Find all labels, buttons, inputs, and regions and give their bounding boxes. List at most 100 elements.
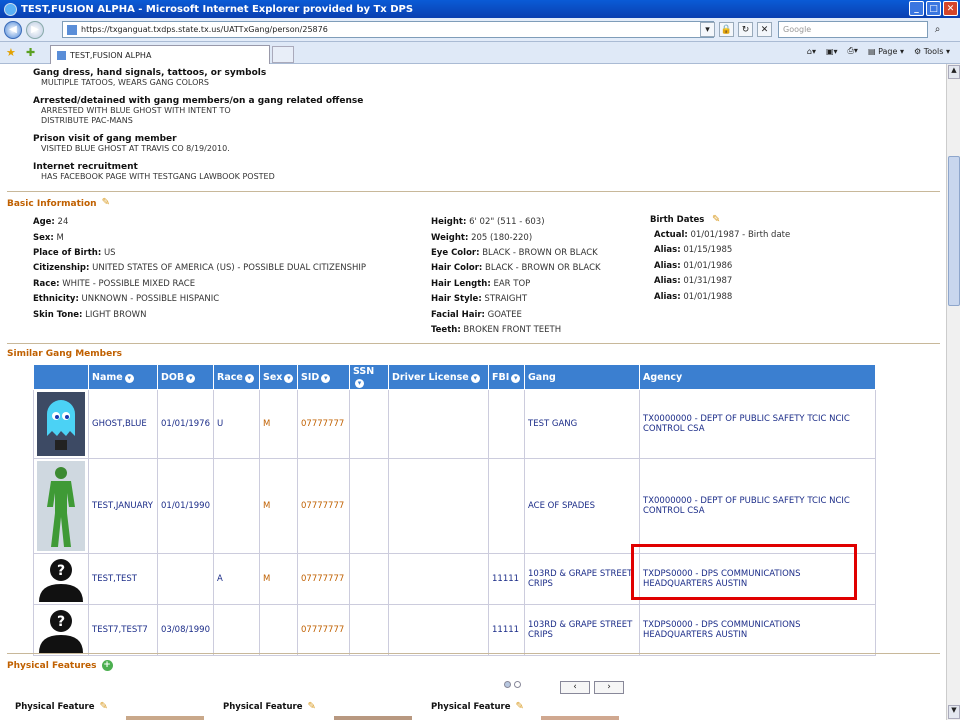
new-tab-button[interactable] [272,46,294,63]
hairstyle-value: STRAIGHT [484,294,528,304]
name-cell[interactable]: TEST7,TEST7 [88,604,158,656]
ssn-header[interactable]: SSN ▾ [349,364,389,390]
feature-photo[interactable] [126,716,204,720]
carousel-dots [504,681,521,688]
stop-icon[interactable]: ✕ [757,22,772,37]
prev-button[interactable]: ‹ [560,681,590,694]
evidence-item: Prison visit of gang member VISITED BLUE… [33,134,230,154]
vertical-scrollbar[interactable]: ▲ ▼ [946,64,960,720]
similar-title-text: Similar Gang Members [7,349,122,359]
sid-header[interactable]: SID ▾ [297,364,350,390]
ghost-photo[interactable] [37,392,85,456]
height-key: Height: [431,217,467,227]
sort-icon[interactable]: ▾ [321,373,331,383]
refresh-icon[interactable]: ↻ [738,22,753,37]
sort-icon[interactable]: ▾ [355,379,364,388]
unknown-person-photo[interactable]: ? [37,607,85,653]
dob-cell: 01/01/1990 [157,458,214,554]
fbi-cell [488,458,525,554]
maximize-button[interactable]: □ [926,1,941,16]
scroll-up-icon[interactable]: ▲ [948,65,960,79]
birth-date-key: Alias: [654,292,681,302]
name-cell[interactable]: TEST,JANUARY [88,458,158,554]
edit-pencil-icon[interactable]: ✎ [102,198,113,209]
skin-value: LIGHT BROWN [85,310,147,320]
feeds-icon[interactable]: ▣▾ [826,47,838,56]
close-button[interactable]: ✕ [943,1,958,16]
back-button[interactable]: ◀ [4,20,22,39]
photo-cell[interactable]: ? [33,604,89,656]
birth-date-row: Actual: 01/01/1987 - Birth date [654,230,790,240]
teeth-value: BROKEN FRONT TEETH [463,325,562,335]
tab-label: TEST,FUSION ALPHA [70,50,152,60]
add-favorite-icon[interactable]: ✚ [26,46,35,59]
name-cell[interactable]: GHOST,BLUE [88,389,158,459]
birth-date-key: Alias: [654,261,681,271]
sort-icon[interactable]: ▾ [186,373,196,383]
fbi-cell: 11111 [488,604,525,656]
page-menu[interactable]: ▤ Page ▾ [868,47,904,56]
fbi-header[interactable]: FBI ▾ [488,364,525,390]
table-row[interactable]: GHOST,BLUE 01/01/1976 U M 07777777 TEST … [33,389,876,459]
add-icon[interactable]: + [101,660,113,671]
carousel-dot[interactable] [514,681,521,688]
sex-field: Sex: M [33,233,64,243]
name-header-label: Name [92,371,123,383]
forward-button[interactable]: ▶ [26,20,44,39]
search-input[interactable]: Google [778,21,928,38]
photo-cell[interactable] [33,389,89,459]
edit-pencil-icon[interactable]: ✎ [99,702,110,713]
window-titlebar: TEST,FUSION ALPHA - Microsoft Internet E… [0,0,960,18]
tab-current[interactable]: TEST,FUSION ALPHA [50,45,270,64]
lock-icon[interactable]: 🔒 [719,22,734,37]
search-icon[interactable]: ⌕ [930,22,945,37]
table-row[interactable]: ? TEST7,TEST7 03/08/1990 07777777 11111 … [33,604,876,656]
feature-photo[interactable] [541,716,619,720]
hair-value: BLACK - BROWN OR BLACK [485,263,601,273]
dob-header[interactable]: DOB ▾ [157,364,214,390]
race-header-label: Race [217,371,243,383]
edit-pencil-icon[interactable]: ✎ [515,702,526,713]
sid-cell: 07777777 [297,389,350,459]
unknown-person-photo[interactable]: ? [37,556,85,602]
edit-pencil-icon[interactable]: ✎ [307,702,318,713]
dl-header[interactable]: Driver License ▾ [388,364,489,390]
similar-title: Similar Gang Members [7,349,122,359]
sex-cell: M [259,389,298,459]
sort-icon[interactable]: ▾ [470,373,480,383]
url-field[interactable]: https://txganguat.txdps.state.tx.us/UATT… [62,21,714,38]
feature-photo[interactable] [334,716,412,720]
sort-icon[interactable]: ▾ [124,373,134,383]
carousel-dot[interactable] [504,681,511,688]
teeth-key: Teeth: [431,325,461,335]
sort-icon[interactable]: ▾ [284,373,294,383]
birth-date-key: Alias: [654,245,681,255]
name-header[interactable]: Name ▾ [88,364,158,390]
green-giant-photo[interactable] [37,461,85,551]
photo-cell[interactable] [33,458,89,554]
home-icon[interactable]: ⌂▾ [807,47,816,56]
name-cell[interactable]: TEST,TEST [88,553,158,605]
sort-icon[interactable]: ▾ [511,373,521,383]
evidence-value: ARRESTED WITH BLUE GHOST WITH INTENT TO [41,106,231,115]
sex-header[interactable]: Sex ▾ [259,364,298,390]
citizenship-key: Citizenship: [33,263,90,273]
next-button[interactable]: › [594,681,624,694]
minimize-button[interactable]: _ [909,1,924,16]
sort-icon[interactable]: ▾ [244,373,254,383]
table-row[interactable]: TEST,JANUARY 01/01/1990 M 07777777 ACE O… [33,458,876,554]
edit-pencil-icon[interactable]: ✎ [712,215,723,226]
favorites-star-icon[interactable]: ★ [6,46,16,59]
evidence-label: Gang dress, hand signals, tattoos, or sy… [33,68,267,78]
gang-header-label: Gang [528,371,556,383]
physical-feature-label: Physical Feature [15,702,95,712]
evidence-value: MULTIPLE TATOOS, WEARS GANG COLORS [41,78,210,87]
dropdown-icon[interactable]: ▾ [700,22,715,37]
scroll-thumb[interactable] [948,156,960,306]
print-icon[interactable]: ⎙▾ [848,46,858,56]
scroll-down-icon[interactable]: ▼ [948,705,960,719]
photo-cell[interactable]: ? [33,553,89,605]
sid-header-label: SID [301,371,320,383]
race-header[interactable]: Race ▾ [213,364,260,390]
tools-menu[interactable]: ⚙ Tools ▾ [914,47,950,56]
